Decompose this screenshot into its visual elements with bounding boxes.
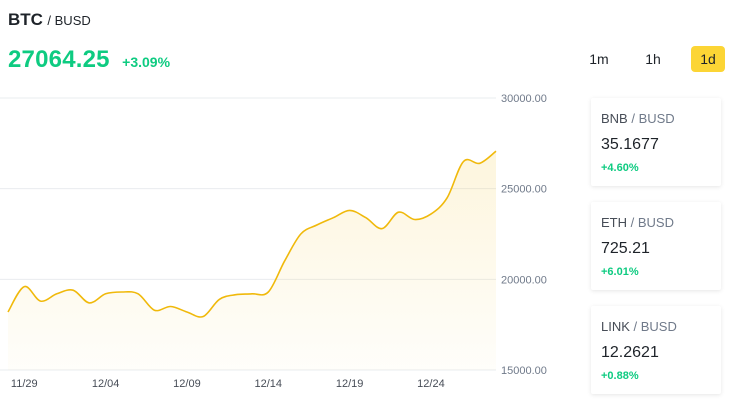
y-tick-label: 20000.00 bbox=[501, 274, 547, 286]
market-card-link[interactable]: LINK / BUSD 12.2621 +0.88% bbox=[591, 306, 721, 394]
timeframe-1d-button[interactable]: 1d bbox=[691, 46, 725, 72]
card-quote: / BUSD bbox=[629, 319, 677, 334]
x-tick-label: 12/14 bbox=[255, 378, 283, 388]
card-quote: / BUSD bbox=[627, 215, 674, 230]
price-row: 27064.25 +3.09% bbox=[8, 46, 170, 74]
y-tick-label: 30000.00 bbox=[501, 93, 547, 105]
card-change: +4.60% bbox=[601, 162, 639, 174]
timeframe-1h-button[interactable]: 1h bbox=[636, 46, 670, 72]
x-tick-label: 12/04 bbox=[92, 378, 120, 388]
pair-base: BTC bbox=[8, 10, 43, 29]
card-quote-text: BUSD bbox=[637, 215, 674, 230]
price-change: +3.09% bbox=[122, 54, 171, 70]
pair-title: BTC / BUSD bbox=[8, 10, 91, 30]
x-tick-label: 12/19 bbox=[336, 378, 364, 388]
card-base: LINK bbox=[601, 319, 630, 334]
card-base: BNB bbox=[601, 111, 628, 126]
y-tick-label: 25000.00 bbox=[501, 184, 547, 196]
pair-quote: / BUSD bbox=[47, 13, 91, 28]
market-card-bnb[interactable]: BNB / BUSD 35.1677 +4.60% bbox=[591, 98, 721, 186]
x-tick-label: 12/09 bbox=[173, 378, 201, 388]
x-tick-label: 11/29 bbox=[11, 378, 38, 388]
timeframe-selector: 1m 1h 1d bbox=[580, 46, 730, 72]
card-change: +0.88% bbox=[601, 370, 639, 382]
card-change: +6.01% bbox=[601, 266, 639, 278]
market-card-eth[interactable]: ETH / BUSD 725.21 +6.01% bbox=[591, 202, 721, 290]
price-area-fill bbox=[8, 151, 496, 370]
card-pair: ETH / BUSD bbox=[601, 215, 711, 230]
pair-quote-text: BUSD bbox=[54, 13, 91, 28]
card-price: 725.21 bbox=[601, 240, 650, 257]
card-quote-text: BUSD bbox=[638, 111, 675, 126]
card-base: ETH bbox=[601, 215, 627, 230]
card-price: 35.1677 bbox=[601, 136, 659, 153]
x-tick-label: 12/24 bbox=[417, 378, 445, 388]
card-pair: LINK / BUSD bbox=[601, 319, 711, 334]
card-pair: BNB / BUSD bbox=[601, 111, 711, 126]
card-quote: / BUSD bbox=[627, 111, 675, 126]
card-price: 12.2621 bbox=[601, 344, 659, 361]
timeframe-1m-button[interactable]: 1m bbox=[582, 46, 616, 72]
current-price: 27064.25 bbox=[8, 46, 110, 73]
card-quote-text: BUSD bbox=[640, 319, 677, 334]
price-chart[interactable]: 30000.00 25000.00 20000.00 15000.00 11/29 12/… bbox=[0, 88, 580, 388]
y-tick-label: 15000.00 bbox=[501, 365, 547, 377]
